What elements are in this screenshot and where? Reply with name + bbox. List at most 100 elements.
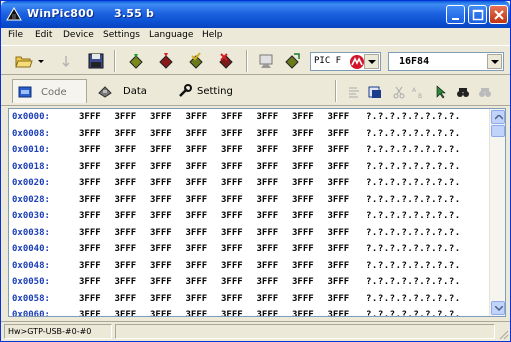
menu-settings[interactable]: Settings: [103, 30, 140, 40]
hex-word-cell[interactable]: 3FFF: [115, 294, 137, 304]
hex-word-cell[interactable]: 3FFF: [292, 129, 314, 139]
hex-word-cell[interactable]: 3FFF: [221, 310, 243, 316]
save-icon[interactable]: [87, 52, 105, 70]
hex-word-cell[interactable]: 3FFF: [115, 112, 137, 122]
hex-word-cell[interactable]: 3FFF: [115, 244, 137, 254]
hex-word-cell[interactable]: 3FFF: [257, 195, 279, 205]
hex-word-cell[interactable]: 3FFF: [257, 129, 279, 139]
hex-row[interactable]: 0x0048: 3FFF 3FFF 3FFF 3FFF 3FFF 3FFF 3FFF 3FFF?…: [9, 258, 489, 275]
menu-file[interactable]: File: [8, 30, 23, 40]
hex-word-cell[interactable]: 3FFF: [186, 261, 208, 271]
device-combo-arrow[interactable]: [487, 54, 502, 69]
hex-word-cell[interactable]: 3FFF: [292, 211, 314, 221]
hex-word-cell[interactable]: 3FFF: [150, 112, 172, 122]
hex-word-cell[interactable]: 3FFF: [79, 112, 101, 122]
hex-row[interactable]: 0x0040: 3FFF 3FFF 3FFF 3FFF 3FFF 3FFF 3FFF 3FFF?…: [9, 241, 489, 258]
hex-word-cell[interactable]: 3FFF: [257, 244, 279, 254]
hex-row[interactable]: 0x0008: 3FFF 3FFF 3FFF 3FFF 3FFF 3FFF 3FFF 3FFF?…: [9, 126, 489, 143]
clear-icon[interactable]: [347, 85, 361, 99]
write-icon[interactable]: [157, 52, 175, 70]
hex-word-cell[interactable]: 3FFF: [292, 228, 314, 238]
hex-word-cell[interactable]: 3FFF: [257, 310, 279, 316]
hex-word-cell[interactable]: 3FFF: [150, 145, 172, 155]
hex-word-cell[interactable]: 3FFF: [292, 112, 314, 122]
hex-word-cell[interactable]: 3FFF: [186, 112, 208, 122]
hex-word-cell[interactable]: 3FFF: [150, 195, 172, 205]
hex-word-cell[interactable]: 3FFF: [79, 178, 101, 188]
maximize-button[interactable]: [468, 5, 487, 24]
hex-word-cell[interactable]: 3FFF: [150, 261, 172, 271]
hex-word-cell[interactable]: 3FFF: [257, 162, 279, 172]
hex-word-cell[interactable]: 3FFF: [221, 211, 243, 221]
menu-edit[interactable]: Edit: [35, 30, 52, 40]
family-combo[interactable]: PIC F: [310, 52, 381, 71]
menu-language[interactable]: Language: [149, 30, 193, 40]
hex-word-cell[interactable]: 3FFF: [150, 129, 172, 139]
close-button[interactable]: [489, 5, 508, 24]
hex-word-cell[interactable]: 3FFF: [221, 129, 243, 139]
hex-word-cell[interactable]: 3FFF: [79, 162, 101, 172]
hex-word-cell[interactable]: 3FFF: [328, 112, 350, 122]
hex-word-cell[interactable]: 3FFF: [186, 310, 208, 316]
hex-word-cell[interactable]: 3FFF: [257, 261, 279, 271]
hex-word-cell[interactable]: 3FFF: [150, 310, 172, 316]
hex-word-cell[interactable]: 3FFF: [150, 228, 172, 238]
tab-data[interactable]: Data: [93, 79, 163, 103]
detect-device-icon[interactable]: [283, 52, 301, 70]
hex-word-cell[interactable]: 3FFF: [328, 310, 350, 316]
hex-word-cell[interactable]: 3FFF: [79, 261, 101, 271]
menu-help[interactable]: Help: [202, 30, 223, 40]
hex-word-cell[interactable]: 3FFF: [115, 310, 137, 316]
hex-word-cell[interactable]: 3FFF: [328, 244, 350, 254]
menu-device[interactable]: Device: [63, 30, 94, 40]
hex-word-cell[interactable]: 3FFF: [257, 277, 279, 287]
hex-word-cell[interactable]: 3FFF: [186, 294, 208, 304]
hex-word-cell[interactable]: 3FFF: [221, 195, 243, 205]
hex-row[interactable]: 0x0000: 3FFF 3FFF 3FFF 3FFF 3FFF 3FFF 3FFF 3FFF?…: [9, 109, 489, 126]
disassemble-icon[interactable]: [368, 85, 382, 99]
scroll-thumb[interactable]: [491, 125, 505, 137]
hex-word-cell[interactable]: 3FFF: [186, 145, 208, 155]
title-bar[interactable]: WinPic800 3.55 b: [1, 1, 510, 28]
hex-row[interactable]: 0x0038: 3FFF 3FFF 3FFF 3FFF 3FFF 3FFF 3FFF 3FFF?…: [9, 225, 489, 242]
hex-word-cell[interactable]: 3FFF: [79, 211, 101, 221]
winpic-app-icon[interactable]: [5, 5, 23, 23]
hex-word-cell[interactable]: 3FFF: [186, 228, 208, 238]
tab-code[interactable]: Code: [12, 79, 87, 103]
hex-word-cell[interactable]: 3FFF: [221, 228, 243, 238]
hex-word-cell[interactable]: 3FFF: [186, 211, 208, 221]
hex-word-cell[interactable]: 3FFF: [292, 162, 314, 172]
hex-word-cell[interactable]: 3FFF: [79, 145, 101, 155]
device-combo[interactable]: 16F84: [388, 52, 504, 71]
hex-word-cell[interactable]: 3FFF: [115, 195, 137, 205]
hex-word-cell[interactable]: 3FFF: [292, 277, 314, 287]
hex-word-cell[interactable]: 3FFF: [292, 195, 314, 205]
hex-word-cell[interactable]: 3FFF: [328, 211, 350, 221]
family-combo-arrow[interactable]: [364, 54, 379, 69]
scroll-down-button[interactable]: [491, 301, 505, 315]
hex-word-cell[interactable]: 3FFF: [257, 294, 279, 304]
hex-word-cell[interactable]: 3FFF: [292, 178, 314, 188]
hex-word-cell[interactable]: 3FFF: [328, 178, 350, 188]
hex-word-cell[interactable]: 3FFF: [221, 261, 243, 271]
hex-word-cell[interactable]: 3FFF: [186, 162, 208, 172]
hex-word-cell[interactable]: 3FFF: [79, 195, 101, 205]
hex-word-cell[interactable]: 3FFF: [257, 178, 279, 188]
hex-word-cell[interactable]: 3FFF: [150, 244, 172, 254]
hex-word-cell[interactable]: 3FFF: [115, 145, 137, 155]
hex-word-cell[interactable]: 3FFF: [292, 244, 314, 254]
hex-word-cell[interactable]: 3FFF: [221, 162, 243, 172]
scroll-up-button[interactable]: [491, 110, 505, 124]
hex-word-cell[interactable]: 3FFF: [186, 244, 208, 254]
hex-word-cell[interactable]: 3FFF: [292, 294, 314, 304]
hex-row[interactable]: 0x0060: 3FFF 3FFF 3FFF 3FFF 3FFF 3FFF 3FFF 3FFF?…: [9, 307, 489, 316]
hex-row[interactable]: 0x0058: 3FFF 3FFF 3FFF 3FFF 3FFF 3FFF 3FFF 3FFF?…: [9, 291, 489, 308]
hex-word-cell[interactable]: 3FFF: [328, 162, 350, 172]
hex-word-cell[interactable]: 3FFF: [79, 310, 101, 316]
hex-word-cell[interactable]: 3FFF: [150, 162, 172, 172]
hex-word-cell[interactable]: 3FFF: [115, 162, 137, 172]
reload-icon[interactable]: [57, 52, 75, 70]
hex-word-cell[interactable]: 3FFF: [79, 244, 101, 254]
tab-setting[interactable]: Setting: [173, 79, 255, 103]
hex-word-cell[interactable]: 3FFF: [150, 178, 172, 188]
